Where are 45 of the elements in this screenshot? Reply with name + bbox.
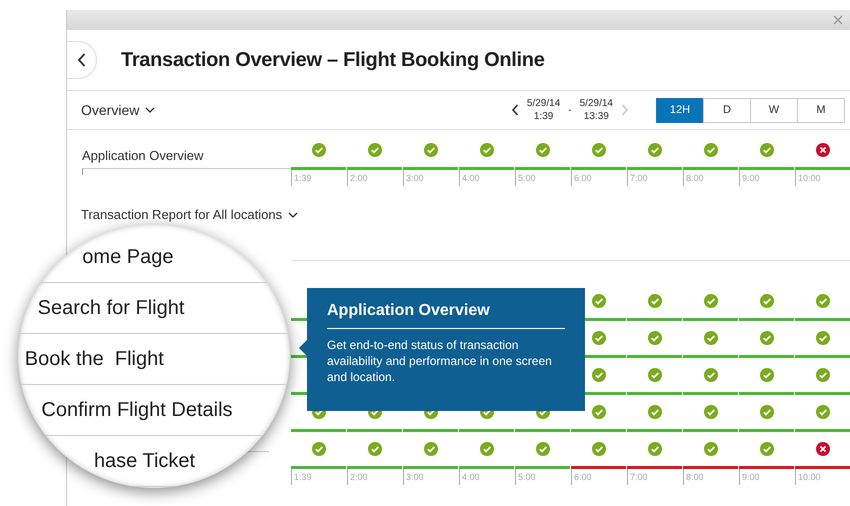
- period-tab[interactable]: D: [703, 98, 751, 122]
- window-title: Transaction Overview – Flight Booking Online: [121, 48, 545, 72]
- axis-label: 1:39: [291, 469, 347, 485]
- transaction-label: ome Page: [82, 246, 174, 268]
- axis-label: 10:00: [795, 469, 850, 485]
- chevron-right-icon: [621, 104, 629, 116]
- tooltip-text: Get end-to-end status of transaction availability and performance in one screen and location.: [327, 337, 553, 385]
- axis-label: 4:00: [459, 469, 515, 485]
- transaction-label: Confirm Flight Details: [41, 398, 233, 422]
- axis-label: 7:00: [627, 170, 683, 186]
- range-end: 5/29/14 13:39: [580, 97, 613, 123]
- chevron-down-icon: [288, 212, 298, 218]
- period-tab[interactable]: W: [750, 98, 798, 122]
- transaction-label: Search for Flight: [38, 296, 184, 320]
- axis-label: 5:00: [515, 170, 571, 186]
- transaction-label: hase Ticket: [94, 450, 196, 472]
- axis-label: 6:00: [571, 469, 627, 485]
- period-tab[interactable]: 12H: [656, 98, 704, 122]
- axis-label: 8:00: [683, 469, 739, 485]
- axis-label: 3:00: [403, 170, 459, 186]
- view-dropdown[interactable]: Overview: [81, 102, 156, 118]
- range-separator: -: [568, 104, 572, 116]
- chevron-left-icon: [510, 104, 519, 116]
- back-button[interactable]: [67, 41, 97, 79]
- chevron-down-icon: [145, 107, 156, 113]
- axis-label: 10:00: [795, 170, 850, 186]
- range-start: 5/29/14 1:39: [526, 97, 560, 123]
- chevron-left-icon: [77, 53, 86, 67]
- axis-label: 7:00: [627, 469, 683, 485]
- axis-label: 6:00: [571, 170, 627, 186]
- axis-label: 4:00: [459, 170, 515, 186]
- row-label: Application Overview: [82, 148, 204, 163]
- axis-label: 1:39: [291, 170, 347, 186]
- axis-label: 9:00: [739, 170, 795, 186]
- previous-button[interactable]: [510, 104, 519, 116]
- axis-label: 2:00: [347, 469, 403, 485]
- axis-label: 9:00: [739, 469, 795, 485]
- axis-label: 5:00: [515, 469, 571, 485]
- transaction-label: Book the Flight: [24, 348, 164, 370]
- report-dropdown[interactable]: Transaction Report for All locations: [81, 207, 298, 222]
- period-tab[interactable]: M: [797, 98, 845, 122]
- axis-label: 2:00: [347, 170, 403, 186]
- tooltip-title: Application Overview: [327, 302, 565, 329]
- axis-label: 3:00: [403, 469, 459, 485]
- axis-label: 8:00: [683, 170, 739, 186]
